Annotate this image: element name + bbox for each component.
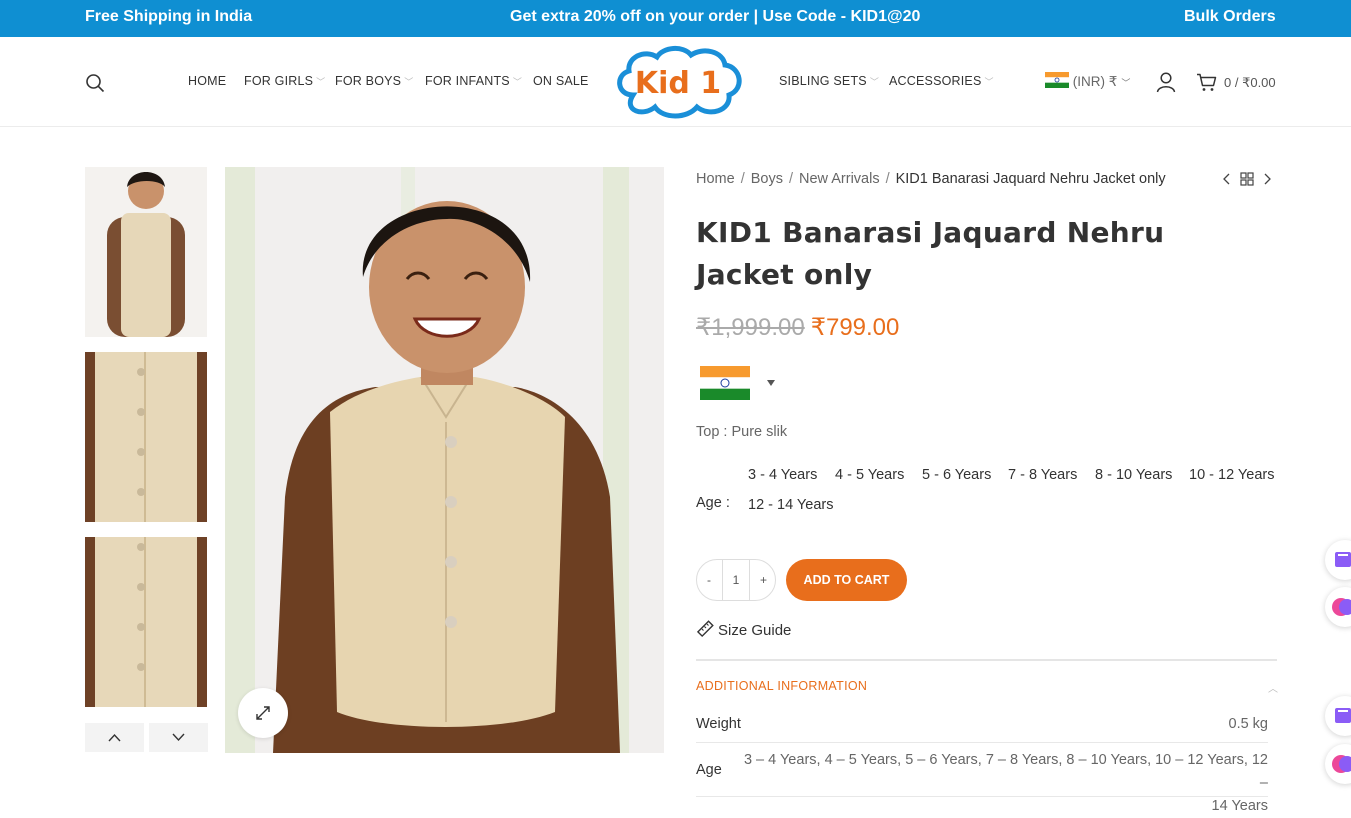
chevron-left-icon[interactable] xyxy=(1221,172,1233,186)
product-thumbnail[interactable] xyxy=(85,352,207,522)
add-to-cart-button[interactable]: ADD TO CART xyxy=(786,559,907,601)
thumbnails-prev-button[interactable] xyxy=(85,723,144,752)
site-header: HOME FOR GIRLS ﹀ FOR BOYS ﹀ FOR INFANTS ﹀ O… xyxy=(0,37,1351,127)
breadcrumb-boys[interactable]: Boys xyxy=(751,171,783,187)
product-thumbnail-image xyxy=(85,352,207,522)
chevron-down-icon: ﹀ xyxy=(316,77,326,87)
expand-icon xyxy=(256,706,270,720)
chevron-down-icon: ﹀ xyxy=(512,77,523,87)
promo-bar: Free Shipping in India Get extra 20% off… xyxy=(0,0,1351,37)
india-flag-icon xyxy=(700,366,750,400)
breadcrumb-new-arrivals[interactable]: New Arrivals xyxy=(799,171,880,187)
floating-widget-button[interactable] xyxy=(1325,587,1351,627)
nav-accessories[interactable]: ACCESSORIES ﹀ xyxy=(889,74,994,88)
search-icon[interactable] xyxy=(85,73,105,93)
material-info: Top : Pure slik xyxy=(696,424,788,440)
nav-home[interactable]: HOME xyxy=(188,74,226,88)
chevron-down-icon xyxy=(172,733,185,742)
product-thumbnail[interactable] xyxy=(85,537,207,707)
cart-icon[interactable] xyxy=(1196,73,1217,92)
product-title: KID1 Banarasi Jaquard Nehru Jacket only xyxy=(696,216,1165,291)
row-divider xyxy=(696,742,1268,743)
floating-widget-button[interactable] xyxy=(1325,540,1351,580)
india-flag-icon xyxy=(1045,72,1069,88)
chevron-down-icon: ﹀ xyxy=(984,77,994,87)
quantity-stepper: - 1 + xyxy=(696,559,776,601)
breadcrumb-home[interactable]: Home xyxy=(696,171,735,187)
breadcrumb-current: KID1 Banarasi Jaquard Nehru Jacket only xyxy=(895,171,1166,187)
chevron-down-icon: ﹀ xyxy=(404,77,414,87)
original-price: ₹1,999.00 xyxy=(696,314,805,341)
brain-icon xyxy=(1332,598,1351,616)
thumbnails-next-button[interactable] xyxy=(149,723,208,752)
user-account-icon[interactable] xyxy=(1156,72,1176,93)
product-thumbnail-image xyxy=(85,167,207,337)
nav-for-boys[interactable]: FOR BOYS ﹀ xyxy=(335,74,413,88)
age-option[interactable]: 5 - 6 Years xyxy=(922,467,991,483)
size-guide-link[interactable]: Size Guide xyxy=(696,620,791,639)
product-photo xyxy=(225,167,664,753)
qty-input[interactable]: 1 xyxy=(722,560,750,600)
nav-on-sale[interactable]: ON SALE xyxy=(533,74,589,88)
weight-label: Weight xyxy=(696,716,741,732)
chevron-down-icon: ﹀ xyxy=(1121,78,1131,88)
caret-down-icon xyxy=(767,380,776,386)
bulk-orders-link[interactable]: Bulk Orders xyxy=(1184,8,1276,26)
free-shipping-text: Free Shipping in India xyxy=(85,8,253,25)
chevron-up-icon xyxy=(108,733,121,742)
sale-price: ₹799.00 xyxy=(810,314,900,341)
breadcrumb: Home / Boys / New Arrivals / KID1 Banarasi Jaq… xyxy=(696,171,1166,187)
nav-for-girls[interactable]: FOR GIRLS ﹀ xyxy=(244,74,325,88)
cart-total[interactable]: 0 / ₹0.00 xyxy=(1224,75,1276,91)
chevron-down-icon: ﹀ xyxy=(869,77,880,87)
age-option[interactable]: 10 - 12 Years xyxy=(1189,467,1274,483)
age-label: Age : xyxy=(696,495,730,511)
age-option[interactable]: 12 - 14 Years xyxy=(748,497,833,513)
country-flag-select[interactable] xyxy=(700,366,778,400)
qty-minus-button[interactable]: - xyxy=(707,573,711,587)
product-thumbnail-image xyxy=(85,537,207,707)
product-thumbnail[interactable] xyxy=(85,167,207,337)
main-product-image[interactable] xyxy=(225,167,664,753)
weight-value: 0.5 kg xyxy=(1228,716,1269,732)
age-option[interactable]: 7 - 8 Years xyxy=(1008,467,1077,483)
row-divider xyxy=(696,796,1268,797)
qty-plus-button[interactable]: + xyxy=(760,573,767,587)
age-option[interactable]: 4 - 5 Years xyxy=(835,467,904,483)
section-divider xyxy=(696,659,1277,661)
age-option[interactable]: 8 - 10 Years xyxy=(1095,467,1172,483)
age-info-value: 3 – 4 Years, 4 – 5 Years, 5 – 6 Years, 7… xyxy=(743,752,1268,814)
kid1-logo[interactable]: Kid 1 xyxy=(613,45,744,119)
logo-text: Kid 1 xyxy=(635,66,721,101)
age-option[interactable]: 3 - 4 Years xyxy=(748,467,817,483)
brain-icon xyxy=(1332,755,1351,773)
currency-label: (INR) ₹ xyxy=(1072,74,1118,89)
chevron-up-icon[interactable]: ︿ xyxy=(1268,680,1278,695)
nav-for-infants[interactable]: FOR INFANTS ﹀ xyxy=(425,74,522,88)
nav-sibling-sets[interactable]: SIBLING SETS ﹀ xyxy=(779,74,879,88)
book-icon xyxy=(1335,708,1351,723)
zoom-button[interactable] xyxy=(238,688,288,738)
chevron-right-icon[interactable] xyxy=(1261,172,1273,186)
age-info-label: Age xyxy=(696,762,722,778)
promo-code-text: Get extra 20% off on your order | Use Co… xyxy=(510,8,921,25)
currency-switcher[interactable]: (INR) ₹ ﹀ xyxy=(1045,72,1130,90)
floating-widget-button[interactable] xyxy=(1325,744,1351,784)
product-price: ₹1,999.00 ₹799.00 xyxy=(696,313,899,342)
floating-widget-button[interactable] xyxy=(1325,696,1351,736)
book-icon xyxy=(1335,552,1351,567)
grid-icon[interactable] xyxy=(1240,172,1254,186)
additional-info-toggle[interactable]: ADDITIONAL INFORMATION xyxy=(696,679,867,693)
ruler-icon xyxy=(696,620,714,638)
